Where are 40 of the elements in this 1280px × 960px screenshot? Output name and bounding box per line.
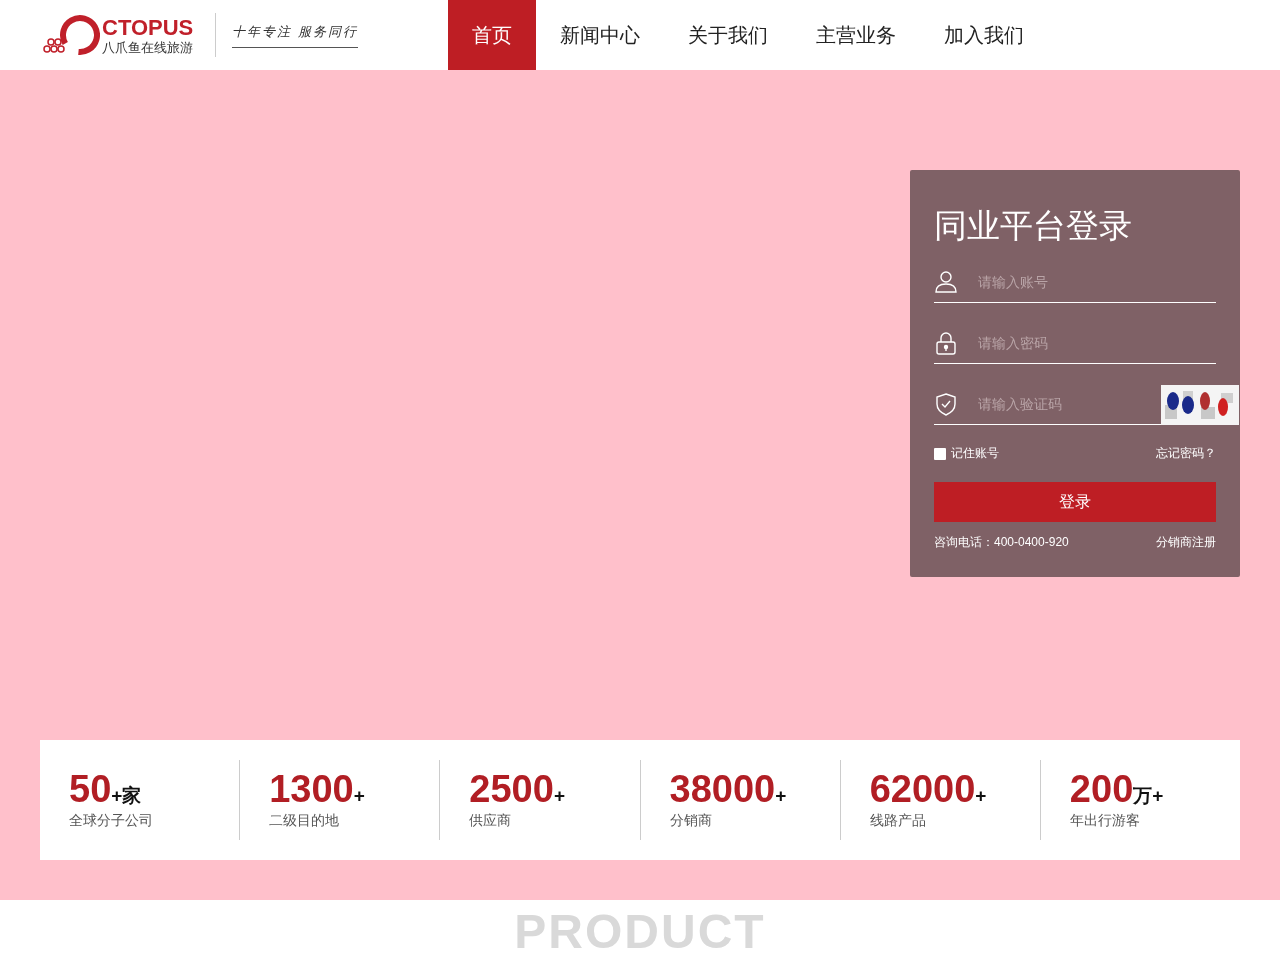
user-icon [934, 270, 958, 295]
stat-unit: + [975, 786, 987, 805]
remember-checkbox[interactable] [934, 447, 946, 460]
lock-icon [934, 331, 958, 356]
stat-number: 50 [69, 770, 112, 808]
nav-tab[interactable]: 首页 [448, 0, 537, 70]
stat-label: 二级目的地 [269, 812, 341, 830]
nav-tab[interactable]: 加入我们 [920, 0, 1049, 70]
input-field[interactable]: 请输入密码 [976, 334, 1216, 353]
login-title: 同业平台登录 [934, 208, 1133, 245]
stat-unit: + [775, 786, 787, 805]
stat-number: 62000 [869, 770, 976, 808]
register-link[interactable]: 分销商注册 [1156, 534, 1216, 552]
stat-label: 全球分子公司 [69, 812, 154, 830]
shield-check-icon [934, 392, 958, 417]
stat-unit: + [353, 786, 365, 805]
nav-tab[interactable]: 新闻中心 [536, 0, 665, 70]
logo-subtitle: 八爪鱼在线旅游 [102, 40, 194, 54]
stat-number: 1300 [269, 770, 354, 808]
stat-label: 分销商 [669, 812, 713, 830]
nav-tab[interactable]: 主营业务 [792, 0, 921, 70]
phone-text: 咨询电话：400-0400-920 [934, 534, 1069, 552]
forgot-password-link[interactable]: 忘记密码？ [1156, 445, 1216, 463]
logo-wordmark: CTOPUS [102, 16, 194, 39]
stat-label: 供应商 [469, 812, 513, 830]
stat-number: 2500 [469, 770, 554, 808]
stat-number: 38000 [669, 770, 776, 808]
remember-label: 记住账号 [951, 445, 999, 463]
nav-tab[interactable]: 关于我们 [664, 0, 793, 70]
stat-unit: + [553, 786, 565, 805]
login-button[interactable]: 登录 [934, 482, 1216, 523]
stat-unit: 万+ [1133, 786, 1164, 805]
slogan: 十年专注 服务同行 [232, 22, 359, 48]
stat-label: 年出行游客 [1069, 812, 1141, 830]
stat-unit: +家 [111, 786, 142, 805]
input-field[interactable]: 请输入账号 [976, 273, 1216, 292]
stat-label: 线路产品 [869, 812, 927, 830]
input-field[interactable]: 请输入验证码 [976, 395, 1161, 414]
stat-number: 200 [1069, 770, 1134, 808]
octopus-logo-icon [40, 13, 100, 57]
